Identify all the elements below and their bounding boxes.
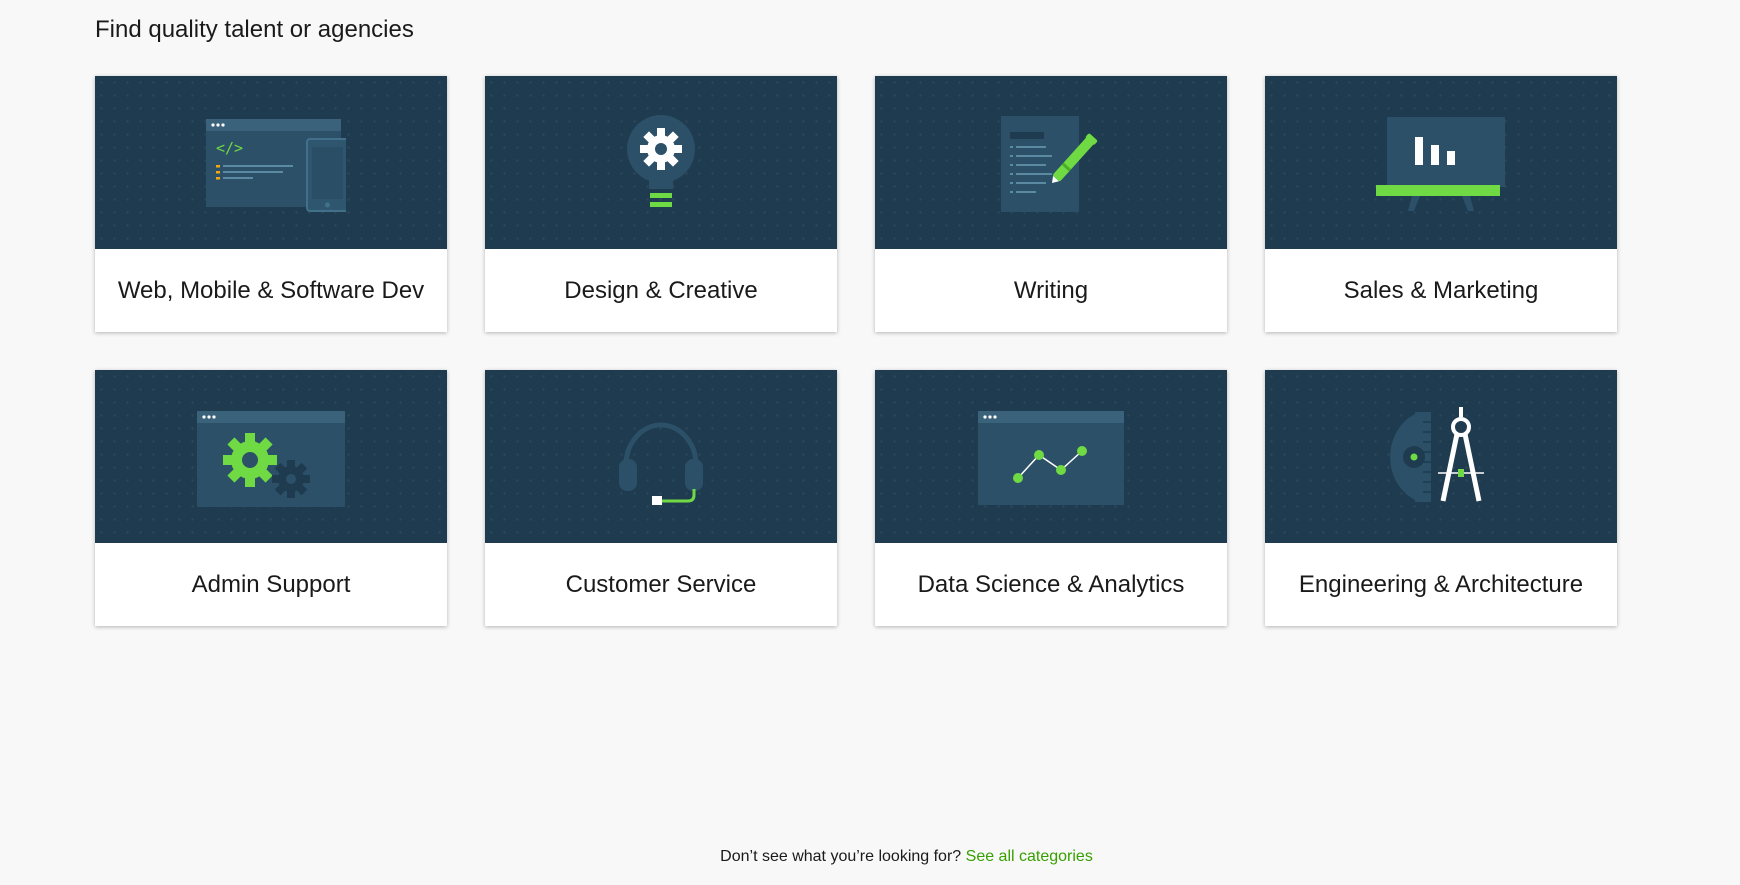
category-label: Engineering & Architecture [1298, 570, 1584, 598]
svg-text:</>: </> [216, 139, 243, 157]
card-image [875, 76, 1227, 249]
category-card-data-science-analytics[interactable]: Data Science & Analytics [875, 370, 1227, 626]
category-card-engineering-architecture[interactable]: Engineering & Architecture [1265, 370, 1617, 626]
category-label: Sales & Marketing [1343, 276, 1539, 304]
presentation-board-icon [1376, 116, 1505, 211]
web-mobile-dev-icon: </> [206, 118, 346, 212]
headset-icon [619, 422, 703, 505]
compass-protractor-icon [1390, 406, 1484, 502]
category-card-design-creative[interactable]: Design & Creative [485, 76, 837, 332]
category-label: Admin Support [191, 570, 351, 598]
card-image [485, 76, 837, 249]
card-image [95, 370, 447, 543]
page-title: Find quality talent or agencies [95, 16, 414, 43]
category-card-customer-service[interactable]: Customer Service [485, 370, 837, 626]
footer-prompt: Don’t see what you’re looking for? [720, 848, 962, 865]
category-label: Writing [1013, 276, 1089, 304]
lightbulb-gear-icon [627, 114, 695, 207]
gears-window-icon [196, 410, 345, 507]
category-label: Design & Creative [564, 276, 758, 304]
card-image [875, 370, 1227, 543]
footer: Don’t see what you’re looking for? See a… [0, 848, 1740, 866]
category-card-sales-marketing[interactable]: Sales & Marketing [1265, 76, 1617, 332]
category-card-admin-support[interactable]: Admin Support [95, 370, 447, 626]
category-label: Customer Service [565, 570, 757, 598]
card-image [485, 370, 837, 543]
card-image [1265, 370, 1617, 543]
category-card-web-mobile-software-dev[interactable]: </> Web, Mobile & Software Dev [95, 76, 447, 332]
card-image [1265, 76, 1617, 249]
card-image: </> [95, 76, 447, 249]
category-label: Web, Mobile & Software Dev [117, 276, 425, 304]
category-card-writing[interactable]: Writing [875, 76, 1227, 332]
category-grid: </> Web, Mobile & Software Dev Design & … [95, 76, 1617, 626]
line-chart-window-icon [978, 410, 1124, 505]
document-pen-icon [1001, 115, 1098, 212]
see-all-categories-link[interactable]: See all categories [966, 848, 1093, 865]
category-label: Data Science & Analytics [917, 570, 1185, 598]
